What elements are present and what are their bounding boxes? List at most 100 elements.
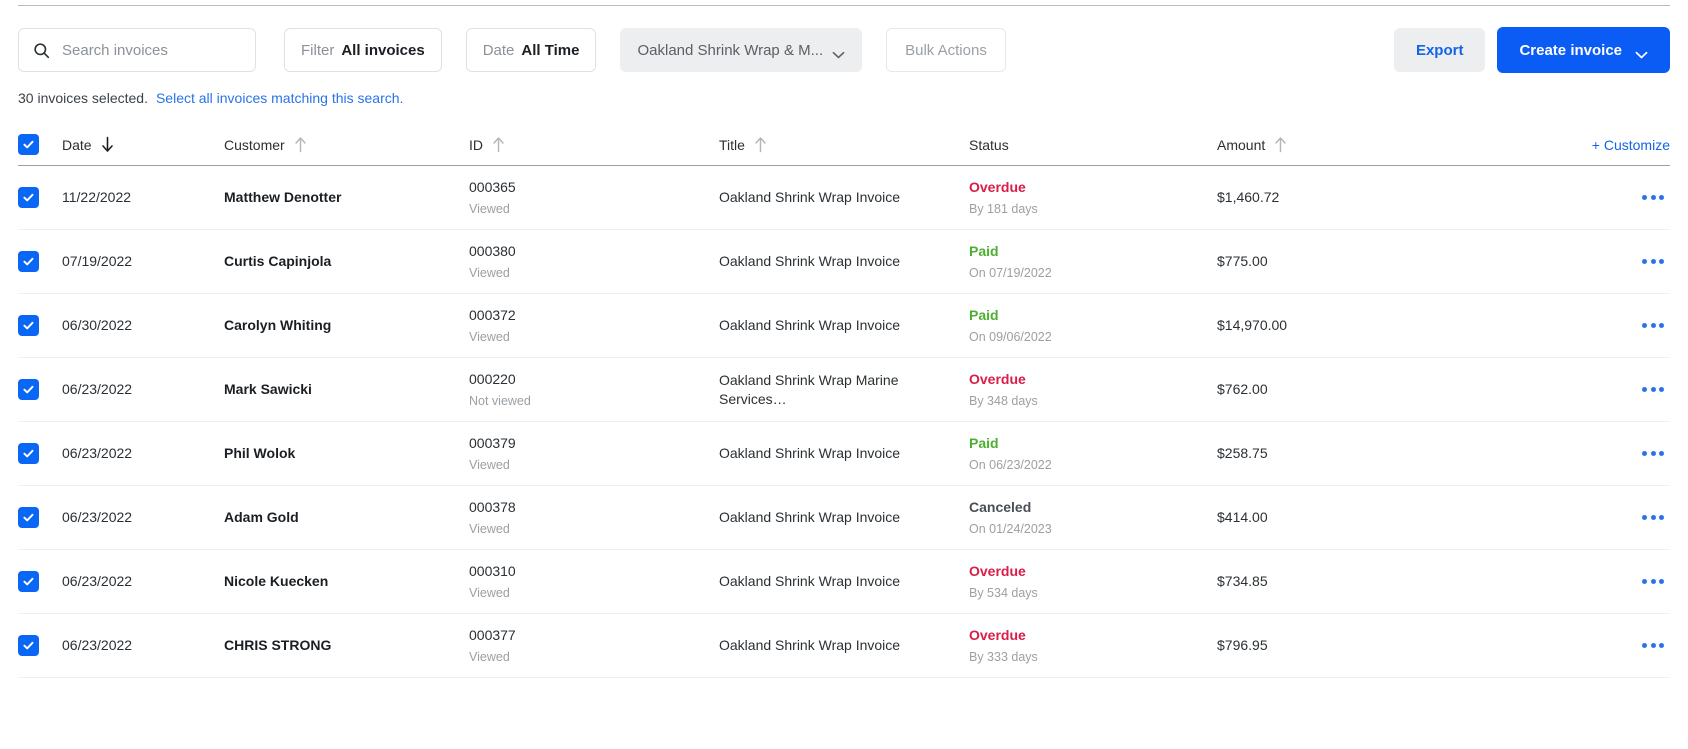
- cell-date: 11/22/2022: [62, 188, 224, 207]
- cell-customer: Nicole Kuecken: [224, 572, 469, 591]
- invoice-title: Oakland Shrink Wrap Invoice: [719, 637, 901, 654]
- row-checkbox[interactable]: [18, 187, 39, 208]
- row-actions-menu-icon[interactable]: [1636, 189, 1670, 206]
- create-invoice-label: Create invoice: [1519, 41, 1622, 59]
- row-checkbox[interactable]: [18, 315, 39, 336]
- row-checkbox[interactable]: [18, 251, 39, 272]
- cell-amount: $734.85: [1217, 572, 1467, 591]
- row-checkbox-cell: [18, 571, 62, 592]
- cell-actions: [1467, 445, 1670, 462]
- table-row[interactable]: 06/23/2022 CHRIS STRONG 000377 Viewed Oaklan…: [18, 614, 1670, 678]
- invoice-date: 06/23/2022: [62, 573, 133, 590]
- row-checkbox[interactable]: [18, 507, 39, 528]
- select-all-link[interactable]: Select all invoices matching this search…: [156, 90, 403, 106]
- invoice-view-state: Viewed: [469, 265, 510, 280]
- column-header-title[interactable]: Title: [719, 136, 969, 153]
- cell-actions: [1467, 317, 1670, 334]
- sort-asc-icon[interactable]: [754, 136, 767, 153]
- row-checkbox[interactable]: [18, 443, 39, 464]
- table-row[interactable]: 06/23/2022 Mark Sawicki 000220 Not viewed Oa…: [18, 358, 1670, 422]
- sort-desc-icon[interactable]: [101, 136, 114, 153]
- search-input[interactable]: [62, 41, 241, 59]
- column-header-status[interactable]: Status: [969, 137, 1217, 153]
- date-value: All Time: [521, 41, 580, 59]
- sort-asc-icon[interactable]: [492, 136, 505, 153]
- invoice-view-state: Not viewed: [469, 393, 531, 408]
- cell-date: 07/19/2022: [62, 252, 224, 271]
- row-actions-menu-icon[interactable]: [1636, 637, 1670, 654]
- invoice-amount: $775.00: [1217, 253, 1268, 270]
- select-all-checkbox[interactable]: [18, 134, 39, 155]
- toolbar: Filter All invoices Date All Time Oaklan…: [0, 6, 1688, 78]
- invoice-amount: $1,460.72: [1217, 189, 1280, 206]
- date-button[interactable]: Date All Time: [465, 28, 597, 72]
- row-checkbox-cell: [18, 379, 62, 400]
- column-label-status: Status: [969, 136, 1009, 153]
- create-invoice-button[interactable]: Create invoice: [1497, 27, 1670, 73]
- cell-amount: $775.00: [1217, 252, 1467, 271]
- status-detail: On 06/23/2022: [969, 457, 1052, 472]
- search-field[interactable]: [18, 28, 256, 72]
- invoice-title: Oakland Shrink Wrap Invoice: [719, 509, 901, 526]
- row-checkbox-cell: [18, 443, 62, 464]
- row-actions-menu-icon[interactable]: [1636, 253, 1670, 270]
- table-row[interactable]: 06/23/2022 Phil Wolok 000379 Viewed Oakland …: [18, 422, 1670, 486]
- column-header-date[interactable]: Date: [62, 136, 224, 153]
- status-badge: Paid: [969, 242, 999, 259]
- cell-title: Oakland Shrink Wrap Invoice: [719, 316, 969, 335]
- invoice-id: 000310: [469, 562, 516, 579]
- table-row[interactable]: 06/23/2022 Nicole Kuecken 000310 Viewed Oakl…: [18, 550, 1670, 614]
- invoice-date: 06/23/2022: [62, 381, 133, 398]
- chevron-down-icon: [832, 46, 845, 58]
- invoice-title: Oakland Shrink Wrap Marine Services…: [719, 371, 899, 407]
- column-header-customer[interactable]: Customer: [224, 136, 469, 153]
- row-checkbox-cell: [18, 315, 62, 336]
- cell-amount: $414.00: [1217, 508, 1467, 527]
- filter-button[interactable]: Filter All invoices: [284, 28, 442, 72]
- invoice-date: 06/23/2022: [62, 509, 133, 526]
- table-row[interactable]: 07/19/2022 Curtis Capinjola 000380 Viewed Oa…: [18, 230, 1670, 294]
- bulk-actions-button[interactable]: Bulk Actions: [886, 28, 1006, 72]
- table-row[interactable]: 11/22/2022 Matthew Denotter 000365 Viewed Oa…: [18, 166, 1670, 230]
- account-selector[interactable]: Oakland Shrink Wrap & M...: [620, 28, 863, 72]
- column-header-id[interactable]: ID: [469, 136, 719, 153]
- customize-button[interactable]: + Customize: [1592, 137, 1670, 153]
- customer-name: Adam Gold: [224, 509, 299, 526]
- cell-status: Overdue By 181 days: [969, 178, 1217, 218]
- invoice-title: Oakland Shrink Wrap Invoice: [719, 317, 901, 334]
- invoice-view-state: Viewed: [469, 521, 510, 536]
- table-row[interactable]: 06/23/2022 Adam Gold 000378 Viewed Oakland S…: [18, 486, 1670, 550]
- sort-asc-icon[interactable]: [294, 136, 307, 153]
- table-body: 11/22/2022 Matthew Denotter 000365 Viewed Oa…: [18, 166, 1670, 678]
- row-actions-menu-icon[interactable]: [1636, 573, 1670, 590]
- row-checkbox[interactable]: [18, 635, 39, 656]
- status-detail: On 07/19/2022: [969, 265, 1052, 280]
- status-detail: By 534 days: [969, 585, 1038, 600]
- status-detail: By 333 days: [969, 649, 1038, 664]
- row-actions-menu-icon[interactable]: [1636, 317, 1670, 334]
- table-row[interactable]: 06/30/2022 Carolyn Whiting 000372 Viewed Oak…: [18, 294, 1670, 358]
- selection-count: 30 invoices selected.: [18, 90, 148, 106]
- sort-asc-icon[interactable]: [1274, 136, 1287, 153]
- status-detail: By 181 days: [969, 201, 1038, 216]
- column-label-customer: Customer: [224, 136, 285, 153]
- filter-label: Filter: [301, 41, 335, 59]
- cell-actions: [1467, 381, 1670, 398]
- column-header-amount[interactable]: Amount: [1217, 136, 1467, 153]
- row-checkbox[interactable]: [18, 379, 39, 400]
- cell-date: 06/30/2022: [62, 316, 224, 335]
- cell-status: Overdue By 333 days: [969, 626, 1217, 666]
- export-button[interactable]: Export: [1393, 28, 1486, 72]
- cell-amount: $1,460.72: [1217, 188, 1467, 207]
- row-checkbox[interactable]: [18, 571, 39, 592]
- row-actions-menu-icon[interactable]: [1636, 509, 1670, 526]
- cell-customer: Matthew Denotter: [224, 188, 469, 207]
- cell-status: Canceled On 01/24/2023: [969, 498, 1217, 538]
- row-actions-menu-icon[interactable]: [1636, 381, 1670, 398]
- customer-name: Matthew Denotter: [224, 189, 342, 206]
- column-label-id: ID: [469, 136, 483, 153]
- row-actions-menu-icon[interactable]: [1636, 445, 1670, 462]
- invoice-title: Oakland Shrink Wrap Invoice: [719, 445, 901, 462]
- status-badge: Overdue: [969, 178, 1026, 195]
- cell-customer: Carolyn Whiting: [224, 316, 469, 335]
